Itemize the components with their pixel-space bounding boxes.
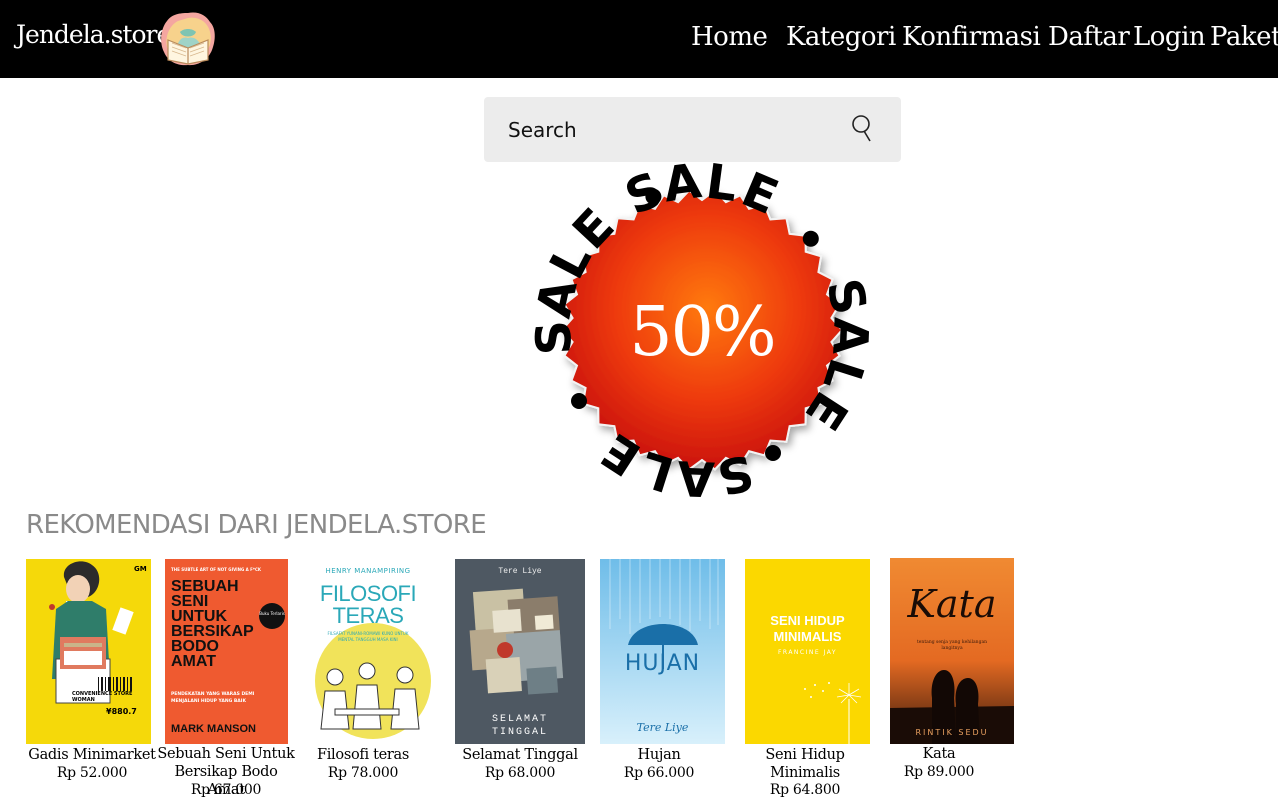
cover-price-tag: ¥880.7 bbox=[106, 707, 137, 716]
book-price: Rp 52.000 bbox=[56, 765, 128, 781]
sale-ring-dot bbox=[802, 230, 819, 247]
book-card[interactable]: Tere Liye SELAMAT TINGGAL Selamat Tinggal… bbox=[455, 559, 587, 799]
sale-ring-dot bbox=[571, 393, 587, 409]
book-price: Rp 64.800 bbox=[769, 782, 841, 798]
book-title: Filosofi teras bbox=[316, 747, 410, 763]
book-card[interactable]: Kata tentang senja yang kehilangan langi… bbox=[888, 558, 1018, 798]
book-card[interactable]: HUJAN Tere Liye Hujan Rp 66.000 bbox=[598, 559, 728, 799]
nav-home[interactable]: Home bbox=[691, 22, 768, 52]
cover-author: Tere Liye bbox=[498, 567, 542, 576]
nav-konfirmasi[interactable]: Konfirmasi bbox=[902, 22, 1041, 52]
cover-author: RINTIK SEDU bbox=[915, 728, 989, 737]
book-price: Rp 89.000 bbox=[903, 764, 975, 780]
book-title: Hujan bbox=[637, 747, 681, 763]
search-input[interactable] bbox=[508, 97, 828, 162]
sale-ring-letter: A bbox=[676, 449, 715, 498]
cover-author: Tere Liye bbox=[636, 721, 689, 734]
book-cover[interactable]: SENI HIDUP MINIMALIS FRANCINE JAY bbox=[745, 559, 870, 744]
book-card[interactable]: THE SUBTLE ART OF NOT GIVING A F*CK SEBU… bbox=[157, 559, 298, 799]
book-title: Selamat Tinggal bbox=[462, 747, 578, 763]
cover-title: FILOSOFI TERAS bbox=[319, 581, 417, 628]
sale-percent: 50% bbox=[629, 293, 776, 372]
publisher-logo: GM bbox=[134, 565, 147, 573]
book-cover[interactable]: THE SUBTLE ART OF NOT GIVING A F*CK SEBU… bbox=[165, 559, 288, 744]
book-price: Rp 68.000 bbox=[484, 765, 556, 781]
book-title: Gadis Minimarket bbox=[28, 747, 156, 763]
nav-paket[interactable]: Paket bbox=[1210, 22, 1280, 52]
book-cover[interactable]: HENRY MANAMPIRING FILOSOFI TERAS FILSAFAT… bbox=[305, 559, 431, 744]
section-title: REKOMENDASI DARI JENDELA.STORE bbox=[26, 510, 487, 540]
search-icon[interactable] bbox=[850, 113, 876, 143]
brand-name[interactable]: Jendela.store bbox=[16, 20, 171, 49]
nav-login[interactable]: Login bbox=[1133, 22, 1206, 52]
book-price: Rp 67.000 bbox=[190, 782, 262, 798]
sale-ring-dot bbox=[765, 445, 781, 461]
sale-badge[interactable]: SALESALESALESALE 50% bbox=[520, 153, 878, 507]
open-book-logo-icon[interactable] bbox=[158, 10, 218, 68]
book-cover[interactable]: Tere Liye SELAMAT TINGGAL bbox=[455, 559, 585, 744]
book-cover[interactable]: HUJAN Tere Liye bbox=[600, 559, 725, 744]
cover-title: HUJAN bbox=[624, 651, 701, 676]
book-price: Rp 66.000 bbox=[623, 765, 695, 781]
cover-author: HENRY MANAMPIRING bbox=[325, 567, 411, 575]
nav-daftar[interactable]: Daftar bbox=[1048, 22, 1130, 52]
sale-ring-letter: A bbox=[660, 158, 704, 214]
book-card[interactable]: SENI HIDUP MINIMALIS FRANCINE JAY Seni Hi… bbox=[744, 559, 874, 799]
book-card[interactable]: HENRY MANAMPIRING FILOSOFI TERAS FILSAFAT… bbox=[303, 559, 433, 799]
cover-title: SENI HIDUP MINIMALIS bbox=[770, 613, 845, 644]
nav-kategori[interactable]: Kategori bbox=[786, 22, 896, 52]
book-cover[interactable]: GM CONVENIENCE STORE WOMAN ¥880.7 bbox=[26, 559, 151, 744]
book-card[interactable]: GM CONVENIENCE STORE WOMAN ¥880.7 Gadis M… bbox=[26, 559, 156, 799]
cover-text: FILSAFAT YUNANI-ROMAWI KUNO UNTUK MENTAL… bbox=[327, 631, 409, 642]
cover-title: SELAMAT TINGGAL bbox=[491, 714, 548, 738]
cover-author: MARK MANSON bbox=[171, 723, 256, 735]
cover-text: THE SUBTLE ART OF NOT GIVING A F*CK bbox=[171, 567, 262, 572]
sale-ring-letter: E bbox=[734, 162, 786, 226]
search-bar bbox=[484, 97, 901, 162]
cover-text: tentang senja yang kehilangan langitnya bbox=[916, 640, 988, 651]
sale-ring-dot bbox=[645, 188, 662, 205]
cover-author: FRANCINE JAY bbox=[777, 649, 838, 656]
cover-text: SEBUAH SENI UNTUK BERSIKAP BODO AMAT bbox=[171, 578, 254, 670]
cover-sticker: Buku Terlaris bbox=[259, 603, 285, 629]
cover-text: PENDEKATAN YANG WARAS DEMI MENJALANI HID… bbox=[171, 692, 255, 704]
book-title: Seni Hidup Minimalis bbox=[765, 747, 845, 781]
cover-title: Kata bbox=[907, 582, 997, 626]
book-cover[interactable]: Kata tentang senja yang kehilangan langi… bbox=[890, 558, 1014, 744]
book-title: Kata bbox=[922, 746, 956, 762]
top-navbar: Jendela.store Home Kategori Konfirmasi D… bbox=[0, 0, 1280, 78]
book-price: Rp 78.000 bbox=[327, 765, 399, 781]
cover-text: CONVENIENCE STORE WOMAN bbox=[72, 691, 133, 703]
